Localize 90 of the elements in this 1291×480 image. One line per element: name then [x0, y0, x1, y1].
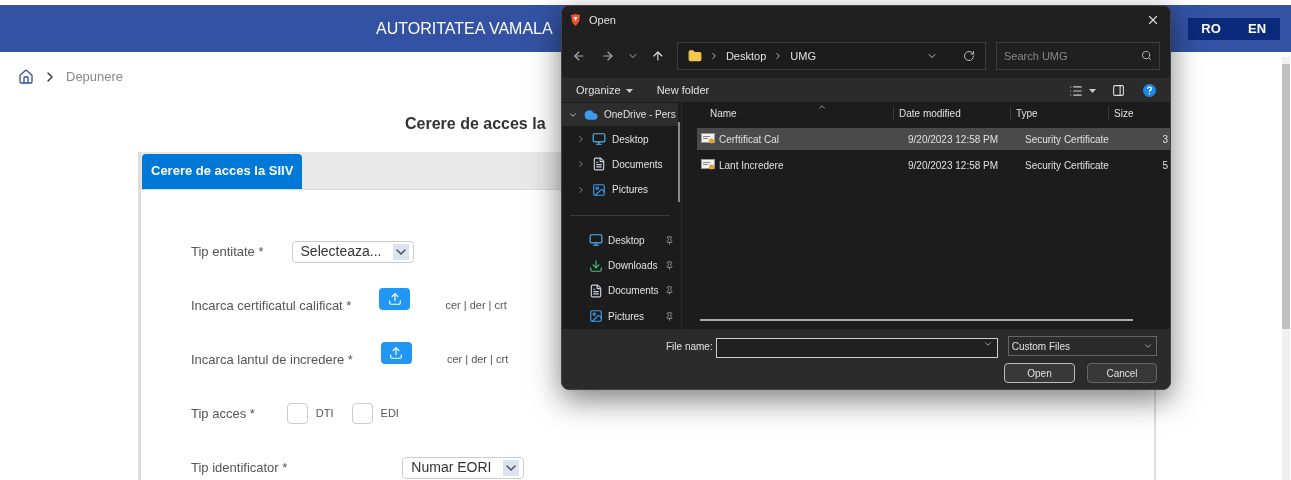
- scrollbar-thumb[interactable]: [1282, 64, 1290, 329]
- field-label: Tip identificator *: [191, 458, 288, 477]
- shield-logo-icon: [570, 14, 581, 26]
- picture-icon: [589, 309, 603, 324]
- file-name: Cerftificat Cal: [719, 132, 779, 147]
- quick-access-item[interactable]: Downloads: [562, 252, 678, 279]
- upload-icon: [387, 291, 402, 306]
- tab[interactable]: Cerere de acces la SIIV: [142, 153, 303, 189]
- language-button[interactable]: EN: [1234, 17, 1280, 40]
- picture-icon: [592, 182, 606, 197]
- file-row[interactable]: Cerftificat Cal 9/20/2023 12:58 PM Security Certificate 3: [697, 128, 1170, 150]
- document-icon: [592, 157, 606, 172]
- nav-item[interactable]: Desktop: [562, 126, 678, 152]
- file-row[interactable]: Lant Incredere 9/20/2023 12:58 PM Security Certificate 5: [697, 154, 1170, 176]
- up-icon[interactable]: [651, 49, 665, 63]
- certificate-icon: [701, 159, 715, 171]
- upload-button[interactable]: [379, 287, 411, 310]
- chevron-right-icon: [576, 159, 586, 170]
- page-title: Cerere de acces la: [405, 113, 546, 134]
- monitor-icon: [592, 132, 606, 147]
- new-folder-button[interactable]: New folder: [656, 82, 710, 99]
- file-size: 3: [1162, 132, 1169, 147]
- back-icon[interactable]: [572, 49, 586, 63]
- file-date: 9/20/2023 12:58 PM: [908, 158, 1000, 173]
- chevron-down-icon: [393, 243, 410, 260]
- preview-pane-icon[interactable]: [1112, 84, 1125, 97]
- chevron-down-icon: [1143, 341, 1153, 351]
- home-icon[interactable]: [18, 68, 34, 85]
- close-icon: [1146, 13, 1160, 27]
- field-label: Tip entitate *: [191, 242, 264, 261]
- cancel-button[interactable]: Cancel: [1087, 363, 1157, 383]
- quick-access-item[interactable]: Documents: [562, 278, 678, 304]
- organize-button[interactable]: Organize: [576, 82, 633, 99]
- nav-item[interactable]: Documents: [562, 151, 678, 178]
- address-segment[interactable]: Desktop: [725, 47, 767, 65]
- site-title: AUTORITATEA VAMALA: [376, 18, 553, 39]
- field-label: Incarca certificatul calificat *: [191, 296, 352, 315]
- file-date: 9/20/2023 12:58 PM: [908, 132, 1000, 147]
- file-type-hint: cer | der | crt: [446, 352, 509, 368]
- upload-button[interactable]: [380, 341, 412, 364]
- checkbox[interactable]: [286, 403, 308, 424]
- chevron-right-icon: [576, 134, 586, 145]
- search-field[interactable]: Search UMG: [996, 42, 1160, 70]
- file-type: Security Certificate: [1025, 158, 1110, 173]
- refresh-icon[interactable]: [963, 50, 975, 62]
- language-button[interactable]: RO: [1188, 17, 1234, 40]
- download-icon: [589, 258, 603, 273]
- column-header[interactable]: Type: [1010, 106, 1108, 121]
- quick-access-item[interactable]: Desktop: [562, 227, 678, 253]
- file-name-field[interactable]: [715, 337, 998, 358]
- document-icon: [589, 284, 603, 298]
- open-button[interactable]: Open: [1004, 363, 1075, 383]
- file-name-label: File name:: [666, 339, 713, 354]
- nav-item[interactable]: OneDrive - Pers: [562, 103, 678, 127]
- select-field[interactable]: Selecteaza...: [291, 240, 415, 263]
- upload-icon: [389, 345, 404, 360]
- folder-icon: [687, 49, 702, 63]
- help-icon[interactable]: [1143, 84, 1156, 97]
- select-field[interactable]: Numar EORI: [402, 456, 525, 479]
- file-size: 5: [1162, 158, 1169, 173]
- checkbox[interactable]: [351, 403, 373, 424]
- nav-item[interactable]: Pictures: [562, 177, 678, 203]
- address-segment[interactable]: UMG: [790, 47, 816, 65]
- list-view-icon[interactable]: [1069, 83, 1083, 98]
- field-label: Tip acces *: [191, 404, 255, 423]
- forward-icon[interactable]: [600, 49, 615, 63]
- checkbox-label: EDI: [380, 406, 399, 422]
- monitor-icon: [589, 233, 603, 248]
- certificate-icon: [701, 133, 715, 145]
- column-header[interactable]: Date modified: [893, 106, 1010, 121]
- dialog-title: Open: [589, 12, 616, 28]
- checkbox-label: DTI: [315, 406, 334, 422]
- caret-icon: [625, 88, 633, 93]
- search-icon: [1141, 50, 1152, 61]
- chevron-down-icon: [982, 339, 993, 349]
- cloud-icon: [584, 107, 598, 122]
- caret-icon[interactable]: [1089, 88, 1096, 93]
- chevron-down-icon: [503, 459, 520, 476]
- field-label: Incarca lantul de incredere *: [191, 350, 353, 369]
- column-header[interactable]: Size: [1108, 106, 1170, 121]
- file-type-hint: cer | der | crt: [445, 298, 507, 314]
- breadcrumb-item[interactable]: Depunere: [66, 67, 124, 87]
- file-name: Lant Incredere: [719, 158, 784, 173]
- file-type: Security Certificate: [1025, 132, 1110, 147]
- column-header[interactable]: Name: [697, 106, 893, 121]
- file-type-select[interactable]: Custom Files: [1007, 336, 1157, 356]
- chevron-right-icon: [576, 184, 586, 195]
- address-bar[interactable]: Desktop UMG: [676, 42, 986, 70]
- close-button[interactable]: [1146, 13, 1160, 27]
- quick-access-item[interactable]: Pictures: [562, 303, 678, 330]
